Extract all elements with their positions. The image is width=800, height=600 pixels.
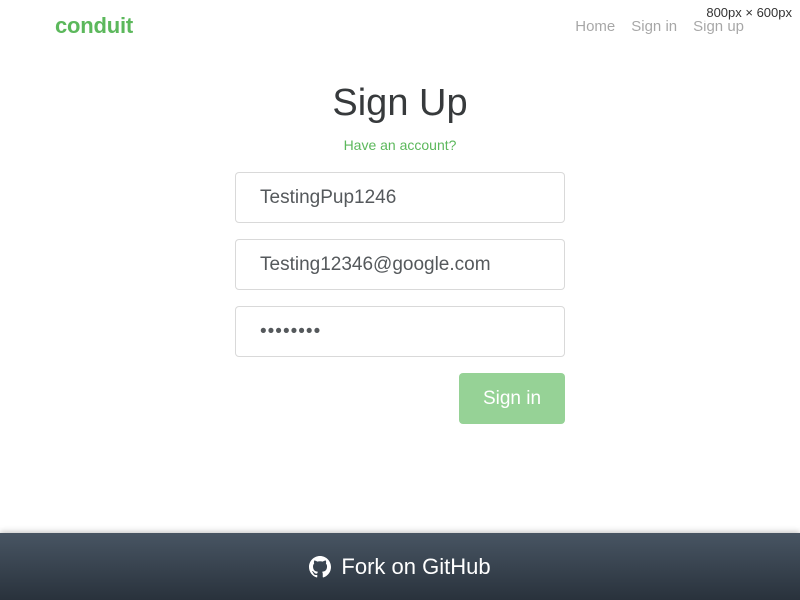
- email-input[interactable]: [235, 239, 565, 290]
- dimension-badge: 800px × 600px: [704, 4, 794, 21]
- page: conduit Home Sign in Sign up 800px × 600…: [0, 0, 800, 600]
- footer-content: Fork on GitHub: [309, 553, 491, 580]
- page-title: Sign Up: [332, 82, 468, 124]
- brand-logo[interactable]: conduit: [55, 13, 133, 39]
- username-input[interactable]: [235, 172, 565, 223]
- footer-text: Fork on GitHub: [341, 553, 491, 579]
- submit-button[interactable]: Sign in: [459, 373, 565, 424]
- fork-on-github-footer[interactable]: Fork on GitHub: [0, 533, 800, 600]
- nav-link-sign-in[interactable]: Sign in: [631, 18, 677, 36]
- have-account-link[interactable]: Have an account?: [235, 136, 565, 154]
- navbar: conduit Home Sign in Sign up 800px × 600…: [0, 0, 800, 56]
- github-icon: [309, 555, 332, 578]
- password-input[interactable]: [235, 306, 565, 357]
- nav-link-home[interactable]: Home: [575, 18, 615, 36]
- signup-form: Sign Up Have an account? Sign in: [235, 80, 565, 424]
